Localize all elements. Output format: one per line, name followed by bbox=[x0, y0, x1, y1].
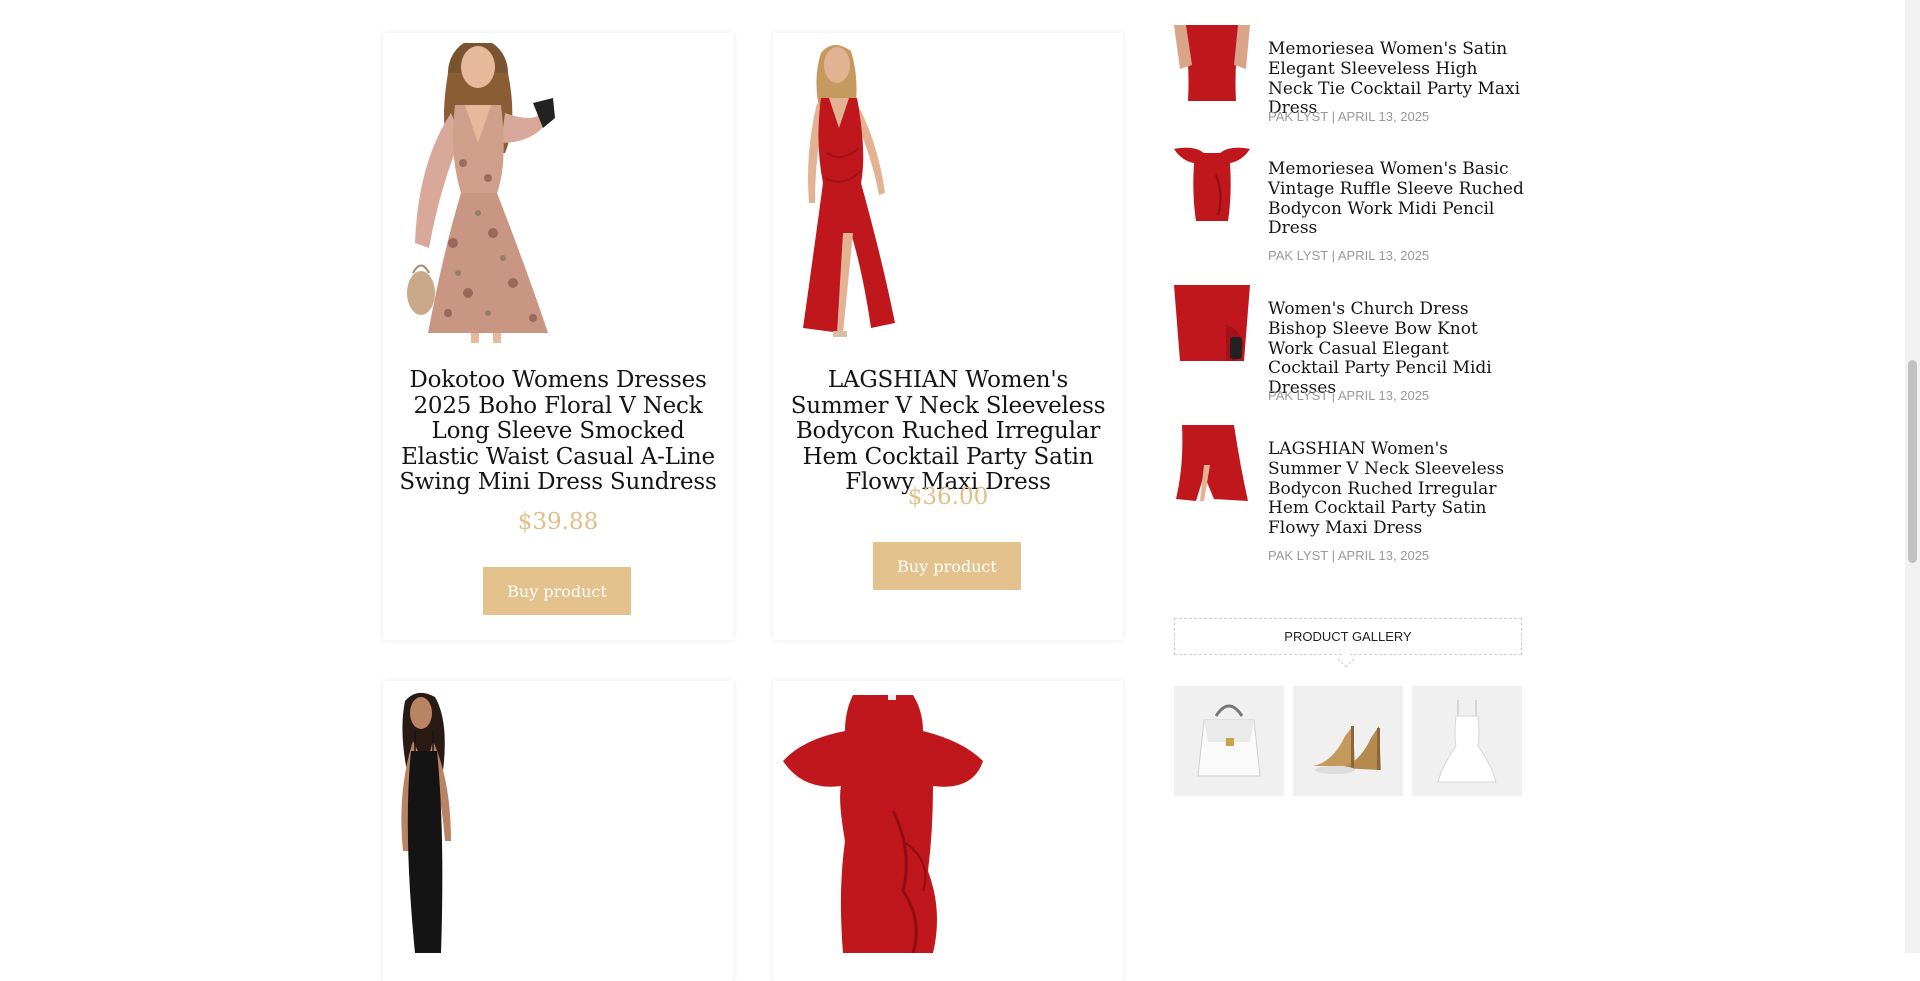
product-gallery-heading: PRODUCT GALLERY bbox=[1174, 618, 1522, 655]
gallery-item-white-dress[interactable] bbox=[1412, 686, 1522, 796]
scrollbar-thumb[interactable] bbox=[1908, 360, 1917, 563]
product-price: $36.00 bbox=[907, 484, 989, 510]
product-card bbox=[383, 681, 733, 981]
gallery-item-heels[interactable] bbox=[1293, 686, 1403, 796]
recent-post-item[interactable]: Women's Church Dress Bishop Sleeve Bow K… bbox=[1174, 285, 1524, 405]
product-card: Dokotoo Womens Dresses 2025 Boho Floral … bbox=[383, 33, 733, 640]
post-title[interactable]: Memoriesea Women's Satin Elegant Sleevel… bbox=[1268, 39, 1524, 119]
post-title[interactable]: LAGSHIAN Women's Summer V Neck Sleeveles… bbox=[1268, 439, 1524, 539]
recent-post-item[interactable]: Memoriesea Women's Satin Elegant Sleevel… bbox=[1174, 25, 1524, 125]
buy-product-button[interactable]: Buy product bbox=[873, 542, 1021, 590]
product-price: $39.88 bbox=[517, 509, 599, 535]
gallery-item-handbag[interactable] bbox=[1174, 686, 1284, 796]
post-thumbnail[interactable] bbox=[1174, 145, 1250, 221]
post-title[interactable]: Memoriesea Women's Basic Vintage Ruffle … bbox=[1268, 159, 1524, 239]
product-title[interactable]: Dokotoo Womens Dresses 2025 Boho Floral … bbox=[395, 367, 721, 496]
buy-product-button[interactable]: Buy product bbox=[483, 567, 631, 615]
product-image-black-maxi-dress[interactable] bbox=[393, 691, 723, 953]
post-meta: PAK LYST | APRIL 13, 2025 bbox=[1268, 388, 1430, 403]
post-meta: PAK LYST | APRIL 13, 2025 bbox=[1268, 248, 1430, 263]
product-image-floral-dress[interactable] bbox=[393, 43, 723, 343]
post-title[interactable]: Women's Church Dress Bishop Sleeve Bow K… bbox=[1268, 299, 1524, 399]
product-card bbox=[773, 681, 1123, 981]
product-image-red-satin-dress[interactable] bbox=[783, 43, 1113, 343]
product-title[interactable]: LAGSHIAN Women's Summer V Neck Sleeveles… bbox=[785, 367, 1111, 496]
product-image-red-ruffle-dress[interactable] bbox=[783, 691, 1113, 953]
recent-post-item[interactable]: LAGSHIAN Women's Summer V Neck Sleeveles… bbox=[1174, 425, 1524, 565]
recent-post-item[interactable]: Memoriesea Women's Basic Vintage Ruffle … bbox=[1174, 145, 1524, 265]
post-thumbnail[interactable] bbox=[1174, 425, 1250, 501]
post-thumbnail[interactable] bbox=[1174, 25, 1250, 101]
page-scrollbar[interactable] bbox=[1905, 0, 1920, 953]
post-thumbnail[interactable] bbox=[1174, 285, 1250, 361]
post-meta: PAK LYST | APRIL 13, 2025 bbox=[1268, 548, 1430, 563]
product-card: LAGSHIAN Women's Summer V Neck Sleeveles… bbox=[773, 33, 1123, 640]
post-meta: PAK LYST | APRIL 13, 2025 bbox=[1268, 109, 1430, 124]
